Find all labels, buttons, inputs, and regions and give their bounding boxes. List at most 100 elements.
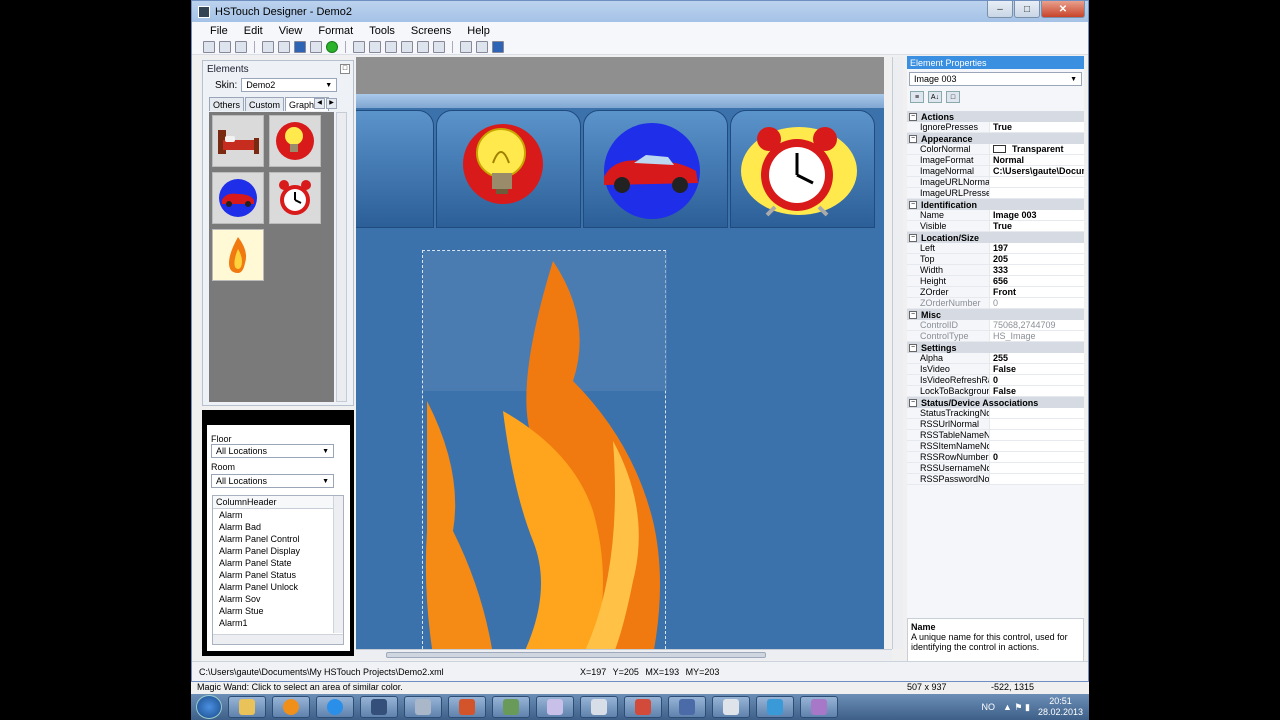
car-icon[interactable] [212,172,264,224]
property-value[interactable]: False [990,386,1084,396]
run-icon[interactable] [326,40,338,53]
gallery-scrollbar[interactable] [336,112,347,402]
list-item[interactable]: Alarm Panel Display [213,545,343,557]
property-value[interactable]: True [990,221,1084,231]
property-row[interactable]: RSSItemNameNorm [907,441,1084,452]
collapse-icon[interactable]: − [909,343,917,352]
property-value[interactable] [990,177,1084,187]
taskbar-app-11[interactable] [668,696,706,718]
property-value[interactable]: True [990,122,1084,132]
property-value[interactable] [990,430,1084,440]
property-row[interactable]: ZOrderNumber 0 [907,298,1084,309]
property-value[interactable] [990,474,1084,484]
canvas-vertical-scrollbar[interactable] [892,57,903,649]
taskbar-hstouch[interactable] [360,696,398,718]
language-indicator[interactable]: NO [982,702,996,712]
car-button[interactable] [583,110,728,228]
pin-icon[interactable]: □ [340,64,350,74]
property-row[interactable]: RSSUsernameNorm [907,463,1084,474]
distribute-horizontal-icon[interactable] [476,40,488,53]
taskbar-app-10[interactable] [624,696,662,718]
screen-button-tile[interactable] [356,110,434,228]
property-value[interactable]: 656 [990,276,1084,286]
menu-tools[interactable]: Tools [361,25,403,37]
flame-icon[interactable] [212,229,264,281]
taskbar-media[interactable] [272,696,310,718]
list-item[interactable]: Alarm Stue [213,605,343,617]
property-value[interactable] [990,441,1084,451]
menu-view[interactable]: View [271,25,311,37]
screen-icon[interactable] [294,40,306,53]
skin-select[interactable]: Demo2 ▼ [241,78,338,92]
property-row[interactable]: ColorNormal Transparent [907,144,1084,155]
property-value[interactable]: 0 [990,298,1084,308]
align-left-icon[interactable] [353,40,365,53]
property-row[interactable]: Alpha 255 [907,353,1084,364]
refresh-icon[interactable] [310,40,322,53]
property-row[interactable]: ControlID 75068,2744709 [907,320,1084,331]
property-value[interactable]: Normal [990,155,1084,165]
property-row[interactable]: Height 656 [907,276,1084,287]
list-item[interactable]: Alarm Panel Status [213,569,343,581]
property-category[interactable]: − Appearance [907,133,1084,144]
list-item[interactable]: Alarm Panel Unlock [213,581,343,593]
property-category[interactable]: − Status/Device Associations [907,397,1084,408]
property-value[interactable]: Image 003 [990,210,1084,220]
open-icon[interactable] [219,40,231,53]
property-row[interactable]: ZOrder Front [907,287,1084,298]
list-horizontal-scrollbar[interactable] [213,634,343,644]
collapse-icon[interactable]: − [909,134,917,143]
bulb-icon[interactable] [269,115,321,167]
property-value[interactable] [990,419,1084,429]
tab-scroll-right-icon[interactable]: ▶ [326,98,337,109]
align-top-icon[interactable] [401,40,413,53]
collapse-icon[interactable]: − [909,200,917,209]
collapse-icon[interactable]: − [909,398,917,407]
property-row[interactable]: Left 197 [907,243,1084,254]
flame-image-003[interactable] [422,250,667,649]
start-button[interactable] [196,695,222,719]
list-item[interactable]: Alarm1 [213,617,343,629]
taskbar-app-8[interactable] [536,696,574,718]
alarm-clock-button[interactable] [730,110,875,228]
magic-wand-icon[interactable] [278,40,290,53]
list-item[interactable]: Alarm [213,509,343,521]
minimize-button[interactable]: – [987,1,1013,18]
tray-icons[interactable]: ▲ ⚑ ▮ [1003,702,1030,713]
alarm-clock-icon[interactable] [269,172,321,224]
list-header[interactable]: ColumnHeader [213,496,343,509]
property-value[interactable]: 75068,2744709 [990,320,1084,330]
align-middle-icon[interactable] [417,40,429,53]
property-value[interactable]: 333 [990,265,1084,275]
taskbar-app-12[interactable] [712,696,750,718]
menu-file[interactable]: File [202,25,236,37]
save-icon[interactable] [235,40,247,53]
align-center-icon[interactable] [369,40,381,53]
clock[interactable]: 20:51 28.02.2013 [1038,696,1083,718]
list-item[interactable]: Alarm Sov [213,593,343,605]
property-value[interactable]: HS_Image [990,331,1084,341]
property-value[interactable]: Transparent [990,144,1084,154]
property-pages-icon[interactable]: □ [946,91,960,103]
categorized-icon[interactable]: ≡ [910,91,924,103]
property-row[interactable]: IsVideo False [907,364,1084,375]
design-canvas[interactable] [356,57,884,649]
align-bottom-icon[interactable] [433,40,445,53]
bed-icon[interactable] [212,115,264,167]
align-right-icon[interactable] [385,40,397,53]
sort-alpha-icon[interactable]: A↓ [928,91,942,103]
collapse-icon[interactable]: − [909,233,917,242]
property-value[interactable]: 205 [990,254,1084,264]
floor-select[interactable]: All Locations ▼ [211,444,334,458]
web-icon[interactable] [492,40,504,53]
property-row[interactable]: ControlType HS_Image [907,331,1084,342]
property-category[interactable]: − Settings [907,342,1084,353]
property-value[interactable]: 0 [990,375,1084,385]
taskbar-app-14[interactable] [800,696,838,718]
property-value[interactable]: 0 [990,452,1084,462]
property-row[interactable]: Visible True [907,221,1084,232]
property-value[interactable]: C:\Users\gaute\Docum [990,166,1084,176]
list-vertical-scrollbar[interactable] [333,496,343,633]
distribute-vertical-icon[interactable] [460,40,472,53]
property-value[interactable]: 197 [990,243,1084,253]
